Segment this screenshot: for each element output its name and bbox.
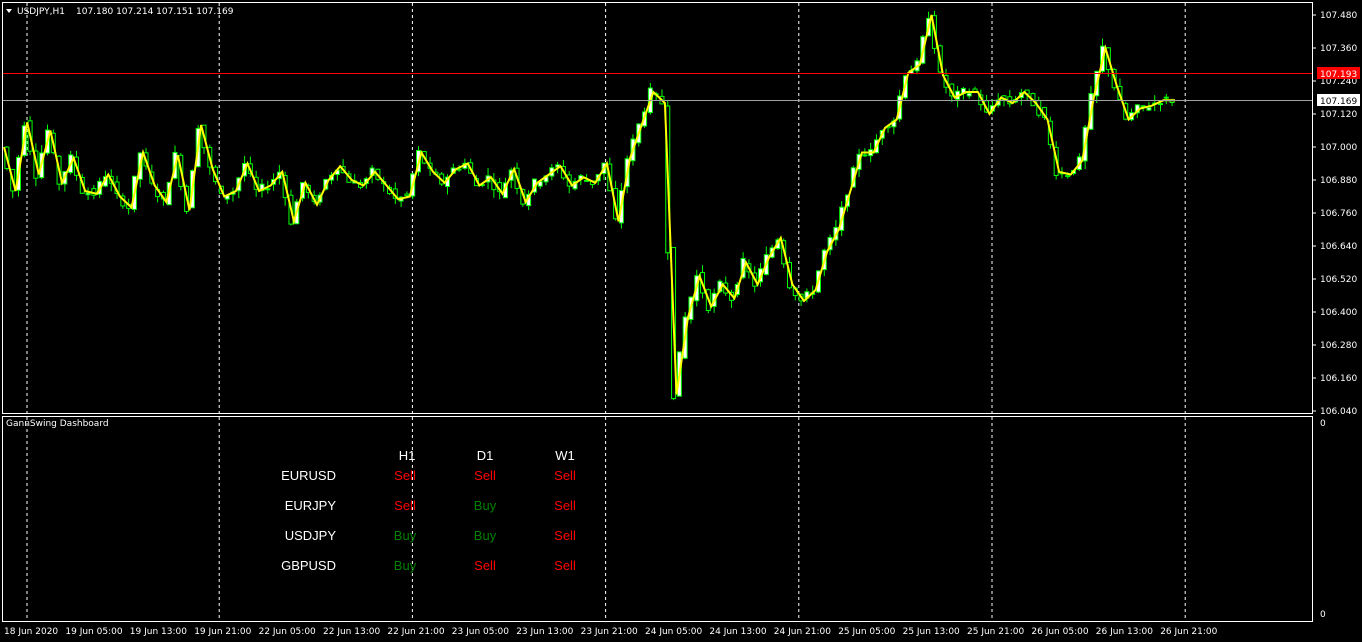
signal-usdjpy-h1: Buy [393,528,417,543]
column-header-h1: H1 [398,448,416,463]
time-label: 26 Jun 21:00 [1160,627,1217,637]
candle-body [404,193,410,197]
signal-gbpusd-d1: Sell [474,558,496,573]
candle-body [1146,107,1152,111]
column-header-d1: D1 [476,448,494,463]
time-axis: 18 Jun 2020 19 Jun 05:00 19 Jun 13:00 19 Ju… [4,627,1218,637]
time-label: 26 Jun 13:00 [1096,627,1153,637]
row-symbol-eurusd: EURUSD [281,468,336,483]
signal-eurusd-w1: Sell [554,468,576,483]
time-label: 25 Jun 13:00 [903,627,960,637]
price-label: 106.040 [1320,407,1357,417]
indicator-axis-bottom-label: 0 [1320,610,1326,620]
red-line-price-label: 107.193 [1320,70,1357,80]
column-header-w1: W1 [555,448,575,463]
time-label: 24 Jun 13:00 [709,627,766,637]
indicator-frame [2,416,1313,622]
signal-eurjpy-w1: Sell [554,498,576,513]
main-chart-frame [2,2,1313,414]
time-label: 24 Jun 05:00 [645,627,702,637]
time-label: 23 Jun 13:00 [516,627,573,637]
price-label: 106.280 [1320,341,1357,351]
price-label: 106.880 [1320,176,1357,186]
price-label: 106.640 [1320,242,1357,252]
indicator-title: GannSwing Dashboard [6,419,109,429]
current-price-label: 107.169 [1320,97,1357,107]
gann-swing-line [3,14,1175,395]
time-label: 22 Jun 21:00 [387,627,444,637]
time-label: 22 Jun 05:00 [259,627,316,637]
price-label: 107.000 [1320,143,1357,153]
time-label: 19 Jun 21:00 [194,627,251,637]
price-label: 107.120 [1320,110,1357,120]
signal-eurjpy-d1: Buy [473,498,497,513]
price-label: 107.480 [1320,11,1357,21]
row-symbol-usdjpy: USDJPY [284,528,336,543]
candles [4,10,1175,401]
time-label: 25 Jun 05:00 [838,627,895,637]
ohlc-label: 107.180 107.214 107.151 107.169 [76,7,234,17]
indicator-axis-top-label: 0 [1320,419,1326,429]
candle-body [1158,103,1164,106]
symbol-dropdown-icon[interactable] [6,9,12,13]
signal-eurusd-h1: Sell [394,468,416,483]
signal-usdjpy-w1: Sell [554,528,576,543]
time-label: 22 Jun 13:00 [323,627,380,637]
row-symbol-eurjpy: EURJPY [284,498,336,513]
signal-eurjpy-h1: Sell [394,498,416,513]
price-label: 106.760 [1320,209,1357,219]
time-label: 25 Jun 21:00 [967,627,1024,637]
time-label: 19 Jun 05:00 [65,627,122,637]
price-label: 106.160 [1320,374,1357,384]
symbol-label: USDJPY,H1 [17,7,65,17]
time-label: 26 Jun 05:00 [1031,627,1088,637]
time-gridlines [26,3,1186,621]
signal-usdjpy-d1: Buy [473,528,497,543]
candle-body [862,154,868,157]
row-symbol-gbpusd: GBPUSD [281,558,336,573]
chart-canvas[interactable]: 107.480107.360107.240107.120107.000106.8… [0,0,1362,642]
time-label: 24 Jun 21:00 [774,627,831,637]
candle-body [85,192,91,196]
time-label: 19 Jun 13:00 [130,627,187,637]
candle-body [1065,174,1071,178]
candle-body [966,92,972,97]
price-label: 107.360 [1320,44,1357,54]
signal-gbpusd-w1: Sell [554,558,576,573]
signal-gbpusd-h1: Buy [393,558,417,573]
candle-body [1163,96,1169,99]
candle-body [584,179,590,182]
signal-eurusd-d1: Sell [474,468,496,483]
candle-body [265,188,271,191]
price-label: 106.400 [1320,308,1357,318]
time-label: 23 Jun 05:00 [452,627,509,637]
time-label: 23 Jun 21:00 [581,627,638,637]
price-label: 106.520 [1320,275,1357,285]
time-label: 18 Jun 2020 [4,627,58,637]
